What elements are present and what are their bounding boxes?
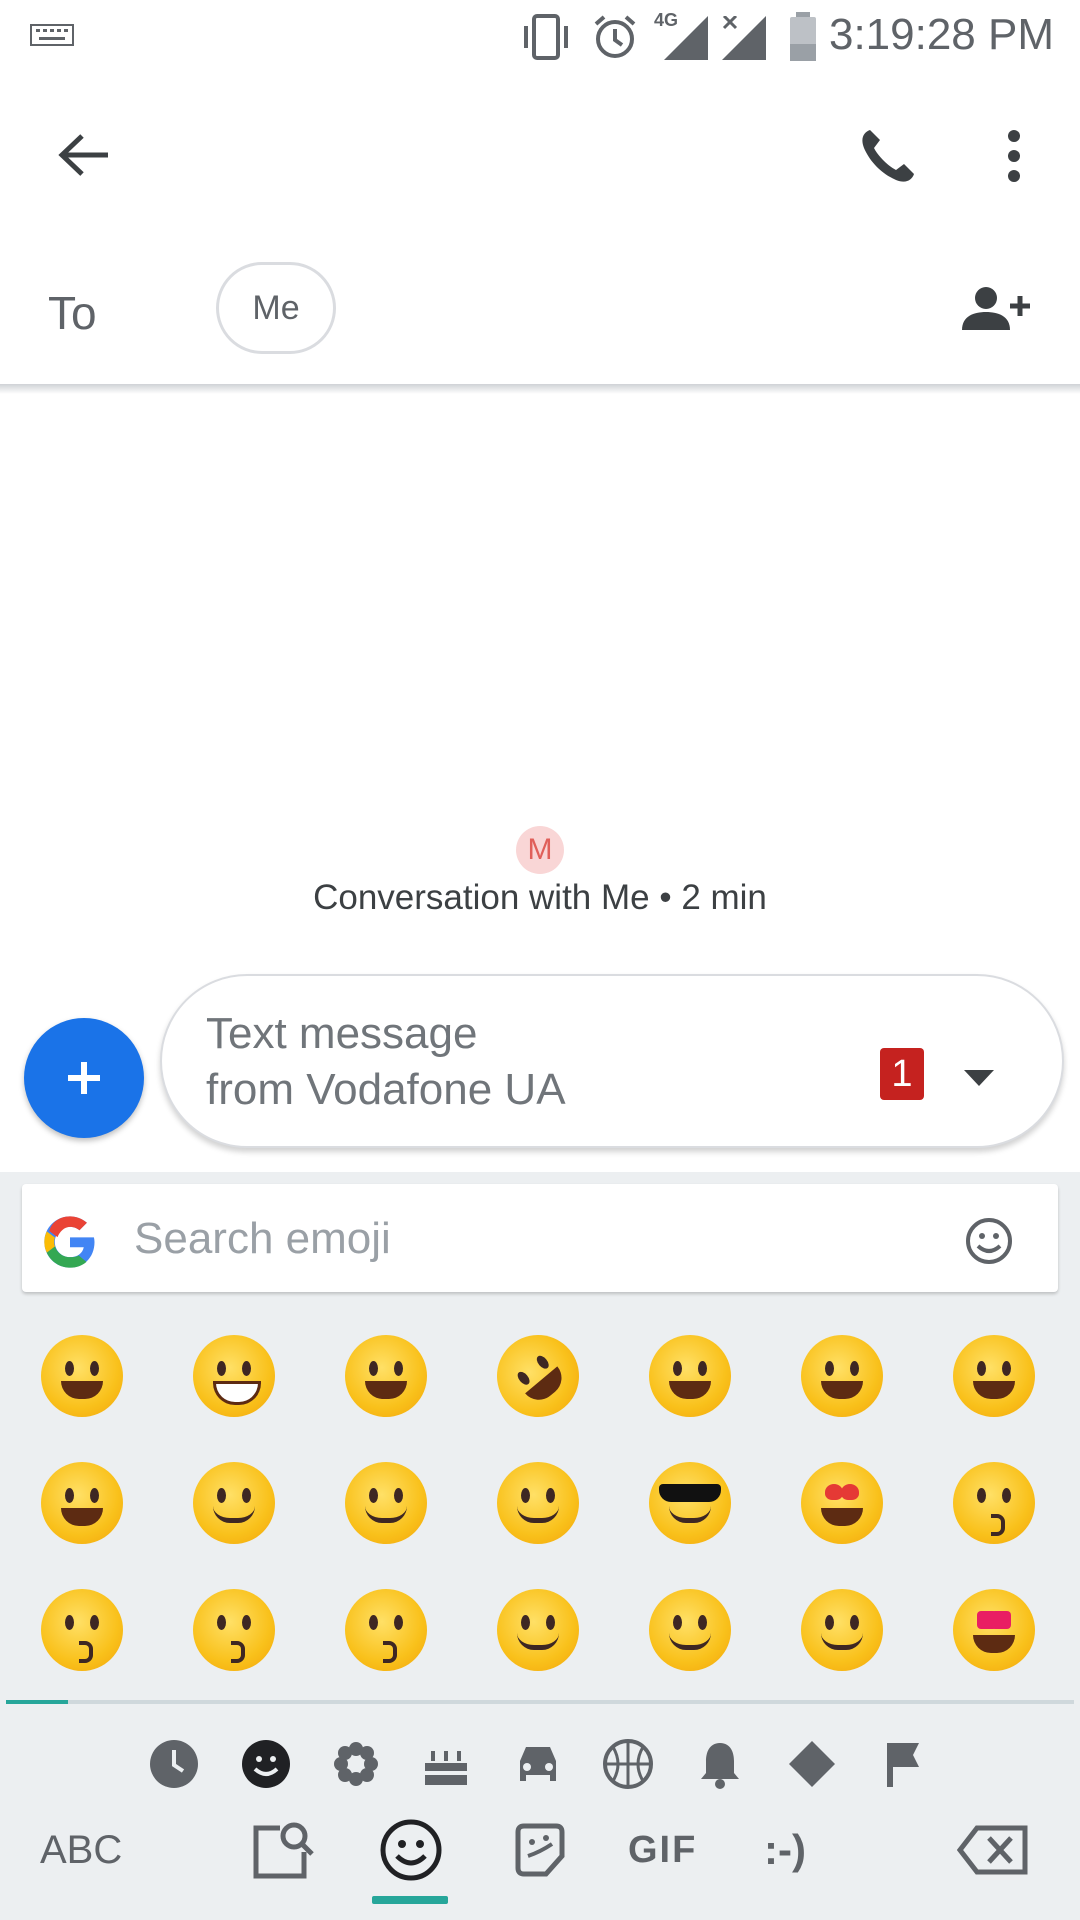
google-logo-icon (44, 1216, 95, 1268)
status-bar: 4G 3:19:28 PM (0, 0, 1080, 76)
emoji-smiley[interactable] (614, 1312, 766, 1439)
emoji-kissing[interactable] (6, 1566, 158, 1693)
emoji-sweat-smile[interactable] (918, 1312, 1070, 1439)
emoji-tab-key[interactable] (376, 1810, 446, 1890)
emoji-star-struck[interactable] (918, 1566, 1070, 1693)
phone-icon[interactable] (858, 126, 918, 186)
emoji-smiling-eyes[interactable] (462, 1566, 614, 1693)
sticker-icon (515, 1823, 565, 1877)
emoji-kissing-smiling-eyes[interactable] (158, 1566, 310, 1693)
emoji-squinting-laugh[interactable] (6, 1439, 158, 1566)
gif-key[interactable]: GIF (628, 1810, 697, 1890)
sticker-search-key[interactable] (250, 1810, 316, 1890)
emoji-search-placeholder: Search emoji (134, 1214, 391, 1263)
recipient-chip-me[interactable]: Me (216, 262, 336, 354)
emoji-smile[interactable] (766, 1312, 918, 1439)
emoji-hugging[interactable] (766, 1566, 918, 1693)
category-scroll-track (6, 1700, 1074, 1704)
status-time: 3:19:28 PM (828, 10, 1054, 59)
signal-no-sim-icon (722, 16, 766, 60)
activity-ball-icon[interactable] (600, 1736, 656, 1792)
header-shadow (0, 384, 1080, 394)
plus-icon (68, 1062, 100, 1094)
smileys-icon[interactable] (238, 1736, 294, 1792)
flags-icon[interactable] (876, 1736, 932, 1792)
emoji-heart-eyes[interactable] (766, 1439, 918, 1566)
emoji-beaming[interactable] (158, 1312, 310, 1439)
nature-flower-icon[interactable] (328, 1736, 384, 1792)
emoji-tab-icon (380, 1819, 442, 1881)
emoji-search-field[interactable]: Search emoji (22, 1184, 1058, 1292)
dropdown-arrow-icon[interactable] (962, 1068, 996, 1088)
emoji-grinning[interactable] (6, 1312, 158, 1439)
food-cake-icon[interactable] (418, 1736, 474, 1792)
backspace-icon (957, 1825, 1028, 1875)
sticker-key[interactable] (508, 1810, 572, 1890)
vibrate-icon (524, 14, 568, 60)
emoji-face-icon (966, 1218, 1012, 1264)
keyboard-indicator-icon (30, 24, 74, 46)
travel-car-icon[interactable] (510, 1736, 566, 1792)
category-scroll-indicator (6, 1700, 68, 1704)
objects-bell-icon[interactable] (692, 1736, 748, 1792)
backspace-key[interactable] (956, 1810, 1030, 1890)
compose-placeholder-line2: from Vodafone UA (206, 1065, 566, 1114)
battery-icon (790, 12, 816, 61)
emoji-kissing-closed-eyes[interactable] (310, 1566, 462, 1693)
emoji-tab-underline (372, 1896, 448, 1904)
abc-key[interactable]: ABC (40, 1810, 122, 1890)
more-vert-icon[interactable] (1000, 128, 1028, 184)
symbols-diamond-icon[interactable] (784, 1736, 840, 1792)
sim-selector-badge[interactable]: 1 (880, 1048, 924, 1100)
signal-icon (664, 16, 708, 60)
avatar: M (516, 826, 564, 874)
compose-placeholder: Text message from Vodafone UA (206, 1006, 846, 1118)
recent-clock-icon[interactable] (146, 1736, 202, 1792)
emoji-keyboard: Search emoji (0, 1172, 1080, 1920)
emoji-blush[interactable] (310, 1439, 462, 1566)
emoji-wink[interactable] (158, 1439, 310, 1566)
arrow-back-icon[interactable] (56, 130, 112, 180)
compose-placeholder-line1: Text message (206, 1009, 478, 1058)
emoji-sunglasses[interactable] (614, 1439, 766, 1566)
emoji-tears-of-joy[interactable] (310, 1312, 462, 1439)
conversation-info: Conversation with Me • 2 min (313, 878, 767, 917)
emoji-yum[interactable] (462, 1439, 614, 1566)
to-label: To (48, 287, 97, 339)
compose-message-field[interactable]: Text message from Vodafone UA 1 (160, 974, 1064, 1148)
image-search-icon (253, 1822, 314, 1879)
app-bar (0, 76, 1080, 236)
alarm-icon (594, 15, 636, 58)
recipient-row: To Me (0, 236, 1080, 386)
emoticon-key[interactable]: :-) (764, 1810, 806, 1890)
emoji-rolling-laughing[interactable] (462, 1312, 614, 1439)
add-attachment-button[interactable] (24, 1018, 144, 1138)
emoji-kiss-heart[interactable] (918, 1439, 1070, 1566)
emoji-slight-smile[interactable] (614, 1566, 766, 1693)
add-person-icon[interactable] (956, 286, 1032, 332)
